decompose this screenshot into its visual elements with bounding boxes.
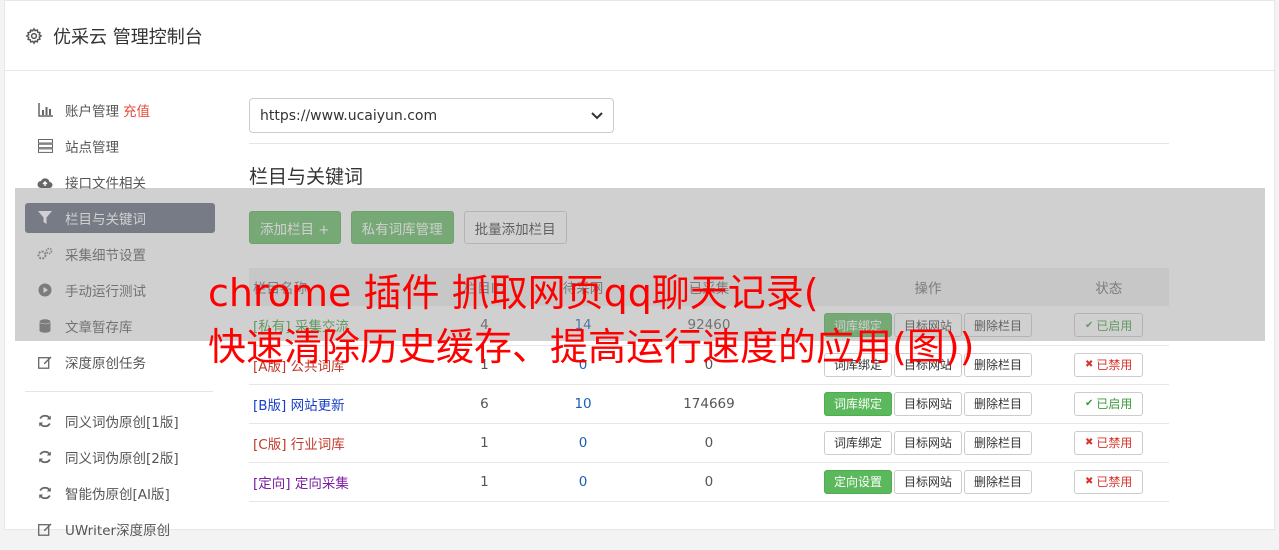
divider [249, 143, 1169, 144]
actions-cell: 词库绑定 目标网站 删除栏目 [807, 423, 1049, 463]
page-title: 优采云 管理控制台 [53, 26, 203, 48]
sidebar-item-label: 智能伪原创[AI版] [65, 487, 170, 503]
column-name[interactable]: [B版] 网站更新 [249, 384, 414, 424]
check-icon: ✔ [1085, 398, 1094, 409]
gear-icon [25, 27, 43, 45]
refresh-icon [37, 449, 53, 465]
site-select-value: https://www.ucaiyun.com [260, 107, 438, 124]
x-icon: ✖ [1085, 476, 1094, 487]
status-label: 已启用 [1096, 397, 1133, 411]
status-toggle[interactable]: ✔ 已启用 [1074, 391, 1144, 416]
sidebar-item-a-0[interactable]: 账户管理 充值 [25, 95, 215, 125]
site-select[interactable]: https://www.ucaiyun.com [249, 98, 614, 133]
sidebar-item-label: 账户管理 [65, 104, 119, 120]
edit-icon [37, 354, 53, 370]
sidebar-item-label: UWriter深度原创 [65, 523, 171, 539]
status-cell: ✖ 已禁用 [1048, 423, 1169, 463]
pending-count: 0 [555, 462, 611, 502]
column-id: 1 [413, 462, 556, 502]
target-site-button[interactable]: 目标网站 [894, 469, 963, 494]
sidebar-item-b-2[interactable]: 智能伪原创[AI版] [25, 478, 215, 508]
bind-lib-button[interactable]: 词库绑定 [823, 391, 892, 416]
server-icon [37, 138, 53, 154]
overlay-line-1: chrome 插件 抓取网页qq聊天记录( [208, 271, 819, 315]
recharge-link[interactable]: 充值 [123, 100, 150, 120]
sidebar-item-label: 站点管理 [65, 140, 119, 156]
status-label: 已禁用 [1096, 436, 1133, 450]
sidebar-item-b-1[interactable]: 同义词伪原创[2版] [25, 442, 215, 472]
sidebar-item-label: 深度原创任务 [65, 356, 146, 372]
table-row: [B版] 网站更新 6 10 174669 词库绑定 目标网站 删除栏目 ✔ 已启用 [249, 384, 1169, 424]
pending-count: 0 [555, 423, 611, 463]
refresh-icon [37, 485, 53, 501]
status-cell: ✖ 已禁用 [1048, 462, 1169, 502]
status-toggle[interactable]: ✖ 已禁用 [1074, 469, 1144, 494]
overlay-caption: chrome 插件 抓取网页qq聊天记录( 快速清除历史缓存、提高运行速度的应用… [208, 266, 974, 374]
table-row: [C版] 行业词库 1 0 0 词库绑定 目标网站 删除栏目 ✖ 已禁用 [249, 423, 1169, 463]
bind-lib-button[interactable]: 定向设置 [823, 469, 892, 494]
status-label: 已禁用 [1096, 358, 1133, 372]
delete-column-button[interactable]: 删除栏目 [964, 469, 1033, 494]
chevron-down-icon [591, 111, 603, 119]
actions-cell: 定向设置 目标网站 删除栏目 [807, 462, 1049, 502]
sidebar-item-a-1[interactable]: 站点管理 [25, 131, 215, 161]
column-name[interactable]: [C版] 行业词库 [249, 423, 414, 463]
collected-count: 0 [610, 462, 808, 502]
sidebar-item-label: 同义词伪原创[1版] [65, 415, 179, 431]
table-row: [定向] 定向采集 1 0 0 定向设置 目标网站 删除栏目 ✖ 已禁用 [249, 462, 1169, 502]
sidebar-item-a-7[interactable]: 深度原创任务 [25, 347, 215, 377]
panel-header: 优采云 管理控制台 [5, 1, 1274, 71]
delete-column-button[interactable]: 删除栏目 [964, 391, 1033, 416]
collected-count: 0 [610, 423, 808, 463]
delete-column-button[interactable]: 删除栏目 [964, 430, 1033, 455]
bar-chart-icon [37, 102, 53, 118]
bind-lib-button[interactable]: 词库绑定 [823, 430, 892, 455]
pending-count: 10 [555, 384, 611, 424]
column-id: 6 [413, 384, 556, 424]
column-name[interactable]: [定向] 定向采集 [249, 462, 414, 502]
status-toggle[interactable]: ✖ 已禁用 [1074, 352, 1144, 377]
x-icon: ✖ [1085, 359, 1094, 370]
section-title: 栏目与关键词 [249, 166, 364, 188]
refresh-icon [37, 413, 53, 429]
sidebar-divider [25, 391, 213, 392]
status-cell: ✖ 已禁用 [1048, 345, 1169, 385]
sidebar-item-b-3[interactable]: UWriter深度原创 [25, 514, 215, 544]
sidebar-item-label: 同义词伪原创[2版] [65, 451, 179, 467]
collected-count: 174669 [610, 384, 808, 424]
overlay-line-2: 快速清除历史缓存、提高运行速度的应用(图)) [208, 325, 975, 369]
status-label: 已禁用 [1096, 475, 1133, 489]
edit-icon [37, 521, 53, 537]
target-site-button[interactable]: 目标网站 [894, 430, 963, 455]
status-cell: ✔ 已启用 [1048, 384, 1169, 424]
column-id: 1 [413, 423, 556, 463]
x-icon: ✖ [1085, 437, 1094, 448]
status-toggle[interactable]: ✖ 已禁用 [1074, 430, 1144, 455]
actions-cell: 词库绑定 目标网站 删除栏目 [807, 384, 1049, 424]
target-site-button[interactable]: 目标网站 [894, 391, 963, 416]
sidebar-item-b-0[interactable]: 同义词伪原创[1版] [25, 406, 215, 436]
